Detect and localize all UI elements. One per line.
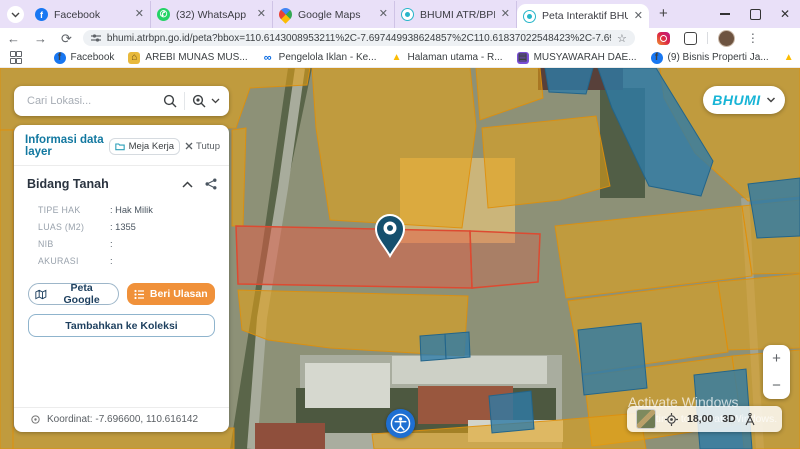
bookmark-halaman-utama-1[interactable]: ▲ Halaman utama - R... (391, 52, 503, 64)
extension-icon[interactable] (684, 32, 697, 45)
section-title: Bidang Tanah (27, 177, 182, 191)
google-ads-icon: ▲ (391, 52, 403, 64)
tab-close-icon[interactable]: ✕ (379, 9, 388, 20)
accessibility-person-icon (390, 413, 411, 434)
url-bar[interactable]: bhumi.atrbpn.go.id/peta?bbox=110.6143008… (83, 30, 635, 46)
tab-close-icon[interactable]: ✕ (634, 11, 643, 22)
back-button[interactable]: ← (7, 32, 20, 45)
panel-title: Informasi data layer (25, 134, 104, 158)
bookmarks-bar: f Facebook ⌂ AREBI MUNAS MUS... ∞ Pengel… (0, 48, 800, 68)
layer-info-panel: Informasi data layer Meja Kerja Tutup Bi… (14, 125, 229, 432)
facebook-icon: f (35, 8, 48, 21)
chevron-down-icon[interactable] (211, 98, 220, 104)
review-list-icon (134, 289, 145, 300)
chevron-down-icon (766, 97, 776, 103)
facebook-icon: f (651, 52, 663, 64)
bookmark-facebook[interactable]: f Facebook (54, 52, 115, 64)
window-controls: ✕ (710, 0, 800, 28)
tab-search-button[interactable] (7, 6, 24, 23)
bhumi-brand-menu[interactable]: BHUMI (703, 86, 785, 114)
share-icon[interactable] (205, 178, 217, 190)
map-icon (35, 289, 47, 300)
compass-north-icon[interactable] (745, 413, 755, 426)
bhumi-logo: BHUMI (712, 92, 760, 108)
search-icon[interactable] (163, 94, 177, 108)
tab-close-icon[interactable]: ✕ (501, 9, 510, 20)
bookmark-halaman-utama-2[interactable]: ▲ Halaman utama - R... (783, 52, 800, 64)
search-input[interactable] (25, 94, 163, 108)
minimize-button[interactable] (710, 0, 740, 28)
accessibility-button[interactable] (386, 409, 415, 438)
tambahkan-ke-koleksi-button[interactable]: Tambahkan ke Koleksi (28, 314, 215, 337)
maximize-button[interactable] (740, 0, 770, 28)
bookmark-arebi[interactable]: ⌂ AREBI MUNAS MUS... (128, 52, 247, 64)
url-text: bhumi.atrbpn.go.id/peta?bbox=110.6143008… (107, 33, 611, 44)
reload-button[interactable]: ⟳ (61, 32, 72, 45)
bookmark-star-icon[interactable]: ☆ (617, 32, 627, 45)
zoom-controls: + − (763, 345, 790, 399)
browser-tab-strip: f Facebook ✕ ✆ (32) WhatsApp ✕ Google Ma… (0, 0, 800, 28)
tab-bhumi[interactable]: BHUMI ATR/BPN ✕ (395, 1, 517, 28)
mode-3d-button[interactable]: 3D (722, 413, 735, 425)
close-icon (185, 142, 193, 150)
coordinate-footer: Koordinat: -7.696600, 110.616142 (14, 407, 229, 432)
tab-close-icon[interactable]: ✕ (135, 9, 144, 20)
zoom-level-value: 18,00 (687, 413, 713, 425)
bhumi-icon (523, 10, 536, 23)
zoom-search-icon[interactable] (192, 94, 206, 108)
gps-target-icon[interactable] (665, 413, 678, 426)
beri-ulasan-button[interactable]: Beri Ulasan (127, 283, 216, 305)
google-maps-pin-icon (276, 5, 294, 23)
purple-doc-icon: ▤ (517, 52, 529, 64)
coordinate-text: Koordinat: -7.696600, 110.616142 (47, 414, 198, 425)
forward-button[interactable]: → (34, 32, 47, 45)
apps-grid-icon[interactable] (10, 51, 20, 65)
meta-icon: ∞ (262, 52, 274, 64)
bookmark-bisnis-properti[interactable]: f (9) Bisnis Properti Ja... (651, 52, 769, 64)
zoom-in-button[interactable]: + (763, 345, 790, 372)
parcel-fields: TIPE HAK : Hak Milik LUAS (M2) : 1355 NI… (14, 197, 229, 273)
zoom-out-button[interactable]: − (763, 372, 790, 399)
tab-facebook[interactable]: f Facebook ✕ (29, 1, 151, 28)
field-row: TIPE HAK : Hak Milik (38, 205, 229, 215)
meja-kerja-button[interactable]: Meja Kerja (109, 138, 180, 155)
close-window-button[interactable]: ✕ (770, 0, 800, 28)
map-status-toolbar: 18,00 3D (627, 406, 782, 432)
chevron-up-icon[interactable] (182, 181, 193, 188)
action-buttons: Peta Google Beri Ulasan (28, 283, 215, 305)
field-row: LUAS (M2) : 1355 (38, 222, 229, 232)
house-icon: ⌂ (128, 52, 140, 64)
tab-close-icon[interactable]: ✕ (257, 9, 266, 20)
divider (707, 32, 708, 44)
field-row: AKURASI : (38, 256, 229, 266)
profile-avatar[interactable] (718, 30, 735, 47)
bookmark-musyawarah[interactable]: ▤ MUSYAWARAH DAE... (517, 52, 637, 64)
panel-header: Informasi data layer Meja Kerja Tutup (14, 125, 229, 166)
field-row: NIB : (38, 239, 229, 249)
section-header: Bidang Tanah (14, 166, 229, 197)
browser-toolbar: ← → ⟳ bhumi.atrbpn.go.id/peta?bbox=110.6… (0, 28, 800, 48)
instagram-extension-icon[interactable] (657, 32, 670, 45)
new-tab-button[interactable]: + (659, 5, 668, 22)
tab-whatsapp[interactable]: ✆ (32) WhatsApp ✕ (151, 1, 273, 28)
tab-peta-interaktif-active[interactable]: Peta Interaktif BHUMI ATR/B ✕ (517, 4, 649, 28)
divider (184, 92, 185, 110)
google-ads-icon: ▲ (783, 52, 795, 64)
peta-google-button[interactable]: Peta Google (28, 283, 119, 305)
bookmark-pengelola-iklan[interactable]: ∞ Pengelola Iklan - Ke... (262, 52, 377, 64)
location-search-card (14, 86, 229, 116)
bhumi-icon (401, 8, 414, 21)
crosshair-icon (30, 414, 41, 425)
chrome-menu-icon[interactable]: ⋮ (747, 31, 759, 45)
tab-google-maps[interactable]: Google Maps ✕ (273, 1, 395, 28)
whatsapp-icon: ✆ (157, 8, 170, 21)
tutup-close-button[interactable]: Tutup (185, 141, 220, 152)
workspace-folder-icon (115, 142, 125, 151)
basemap-thumbnail[interactable] (636, 409, 656, 429)
site-settings-icon[interactable] (91, 33, 101, 43)
facebook-icon: f (54, 52, 66, 64)
